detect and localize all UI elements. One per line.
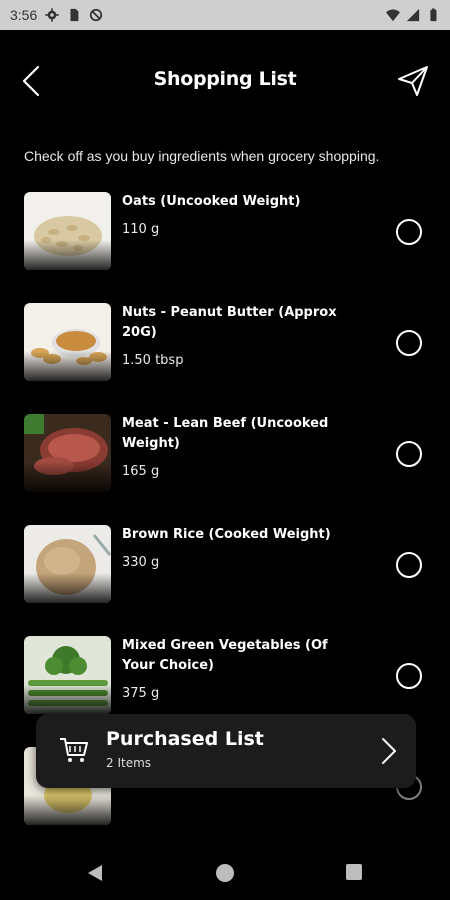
check-circle[interactable] [396, 441, 422, 467]
item-name: Mixed Green Vegetables (Of Your Choice) [122, 638, 328, 673]
item-quantity: 165 g [122, 464, 160, 479]
oats-image [24, 192, 111, 270]
peanut-butter-image [24, 303, 111, 381]
data-saver-icon [90, 8, 103, 22]
list-item[interactable]: Meat - Lean Beef (Uncooked Weight) 165 g [0, 412, 450, 512]
check-circle[interactable] [396, 219, 422, 245]
purchased-count: 2 Items [106, 756, 152, 770]
app-header: Shopping List [0, 50, 450, 110]
item-quantity: 375 g [122, 686, 160, 701]
chevron-right-icon [382, 738, 396, 764]
settings-icon [45, 8, 59, 22]
status-bar: 3:56 [0, 0, 450, 30]
status-time: 3:56 [10, 7, 38, 23]
system-nav-bar [0, 846, 450, 900]
item-quantity: 110 g [122, 222, 160, 237]
lean-beef-image [24, 414, 111, 492]
nav-back-icon[interactable] [86, 864, 104, 882]
nav-recents-icon[interactable] [346, 864, 362, 880]
check-circle[interactable] [396, 330, 422, 356]
item-name: Meat - Lean Beef (Uncooked Weight) [122, 416, 329, 451]
check-circle[interactable] [396, 663, 422, 689]
signal-icon [406, 8, 420, 22]
page-title: Shopping List [153, 68, 297, 90]
item-name: Oats (Uncooked Weight) [122, 194, 301, 209]
item-quantity: 1.50 tbsp [122, 353, 184, 368]
list-item[interactable]: Brown Rice (Cooked Weight) 330 g [0, 523, 450, 623]
list-item[interactable]: Oats (Uncooked Weight) 110 g [0, 190, 450, 290]
purchased-list-title: Purchased List [106, 728, 264, 750]
list-item[interactable]: Nuts - Peanut Butter (Approx 20G) 1.50 t… [0, 301, 450, 401]
nav-home-icon[interactable] [216, 864, 234, 882]
sd-card-icon [70, 8, 79, 22]
brown-rice-image [24, 525, 111, 603]
item-name: Brown Rice (Cooked Weight) [122, 527, 331, 542]
purchased-list-button[interactable]: Purchased List 2 Items [36, 714, 416, 788]
send-icon[interactable] [396, 64, 430, 98]
check-circle[interactable] [396, 552, 422, 578]
item-quantity: 330 g [122, 555, 160, 570]
instructions-text: Check off as you buy ingredients when gr… [24, 148, 380, 164]
battery-icon [430, 8, 437, 22]
shopping-cart-icon [60, 738, 88, 762]
item-name: Nuts - Peanut Butter (Approx 20G) [122, 305, 337, 340]
green-vegetables-image [24, 636, 111, 714]
wifi-icon [386, 9, 400, 22]
